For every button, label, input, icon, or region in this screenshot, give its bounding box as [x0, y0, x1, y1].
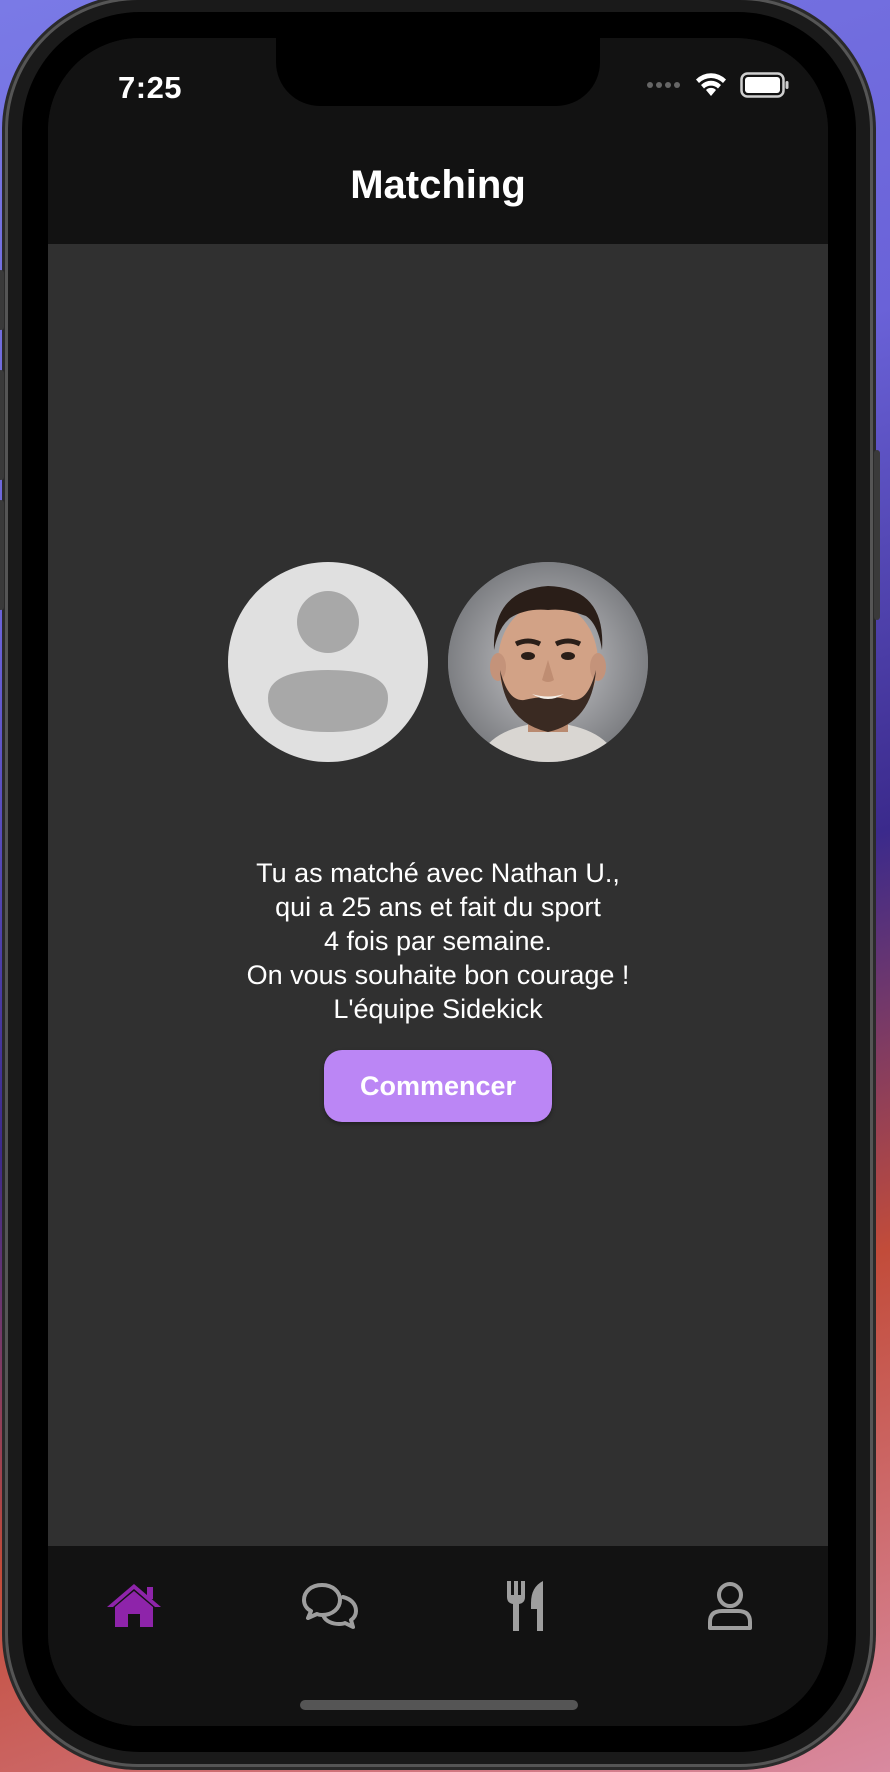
- signal-dots-icon: [647, 82, 680, 88]
- default-avatar: [228, 562, 428, 762]
- tab-chat[interactable]: [290, 1574, 370, 1638]
- match-avatar-photo: [448, 562, 648, 762]
- battery-icon: [740, 72, 789, 98]
- message-line: On vous souhaite bon courage !: [246, 960, 630, 990]
- phone-volume-up: [0, 370, 4, 480]
- status-time: 7:25: [118, 70, 183, 105]
- bottom-tab-bar: [48, 1546, 828, 1726]
- tab-home[interactable]: [94, 1574, 174, 1638]
- message-line: L'équipe Sidekick: [333, 994, 543, 1024]
- person-photo: [448, 562, 648, 762]
- page-title: Matching: [350, 163, 526, 207]
- matching-content: Tu as matché avec Nathan U., qui a 25 an…: [48, 244, 828, 1546]
- phone-power-button: [874, 450, 880, 620]
- home-icon: [107, 1584, 161, 1627]
- phone-side-button: [0, 270, 4, 330]
- chat-bubbles-icon: [302, 1583, 358, 1629]
- message-line: 4 fois par semaine.: [323, 926, 553, 956]
- profile-icon: [708, 1582, 752, 1630]
- phone-volume-down: [0, 500, 4, 610]
- home-indicator[interactable]: [300, 1700, 578, 1710]
- screen: Matching 7:25 Tu as matché avec Nathan U…: [48, 38, 828, 1726]
- tab-food[interactable]: [486, 1574, 566, 1638]
- notch: [276, 38, 600, 106]
- tab-profile[interactable]: [690, 1574, 770, 1638]
- message-line: qui a 25 ans et fait du sport: [275, 892, 601, 922]
- start-button[interactable]: Commencer: [324, 1050, 552, 1122]
- person-placeholder-icon: [268, 591, 388, 732]
- message-line: Tu as matché avec Nathan U.,: [256, 858, 620, 888]
- status-icons: [646, 72, 790, 98]
- wifi-icon: [696, 73, 726, 96]
- fork-knife-icon: [507, 1581, 543, 1631]
- match-message: Tu as matché avec Nathan U., qui a 25 an…: [48, 856, 828, 1026]
